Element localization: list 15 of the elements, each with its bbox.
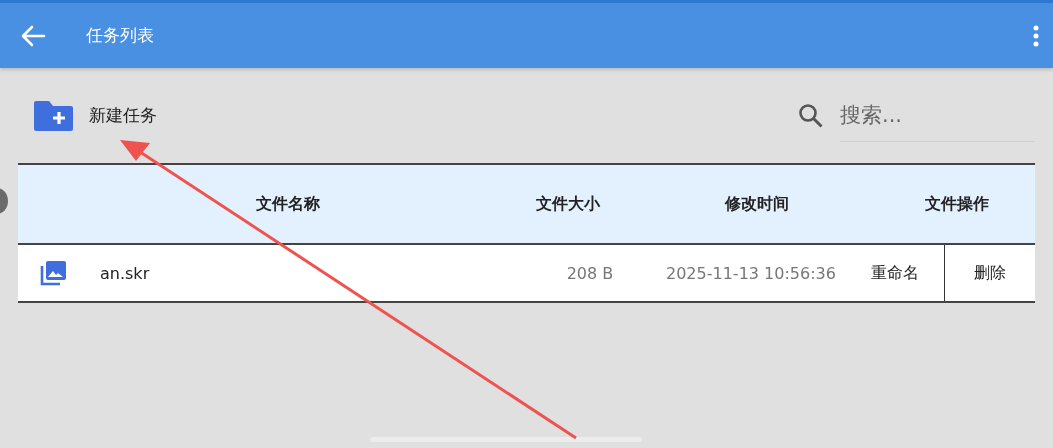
back-button[interactable] bbox=[20, 24, 46, 47]
column-header: 修改时间 bbox=[723, 193, 790, 215]
images-icon bbox=[39, 259, 67, 287]
search-icon bbox=[798, 102, 824, 129]
search-field[interactable]: 搜索... bbox=[840, 89, 1035, 142]
file-name: an.skr bbox=[99, 262, 151, 285]
column-header: 文件操作 bbox=[923, 193, 990, 215]
modified-time: 2025-11-13 10:56:36 bbox=[665, 262, 837, 285]
more-menu-button[interactable] bbox=[1033, 24, 1039, 47]
column-header: 文件大小 bbox=[535, 193, 601, 215]
file-size: 208 B bbox=[565, 262, 615, 285]
column-header: 文件名称 bbox=[255, 193, 321, 215]
app-title: 任务列表 bbox=[86, 24, 155, 47]
folder-plus-icon bbox=[32, 98, 75, 133]
new-task-button[interactable]: 新建任务 bbox=[32, 98, 157, 133]
